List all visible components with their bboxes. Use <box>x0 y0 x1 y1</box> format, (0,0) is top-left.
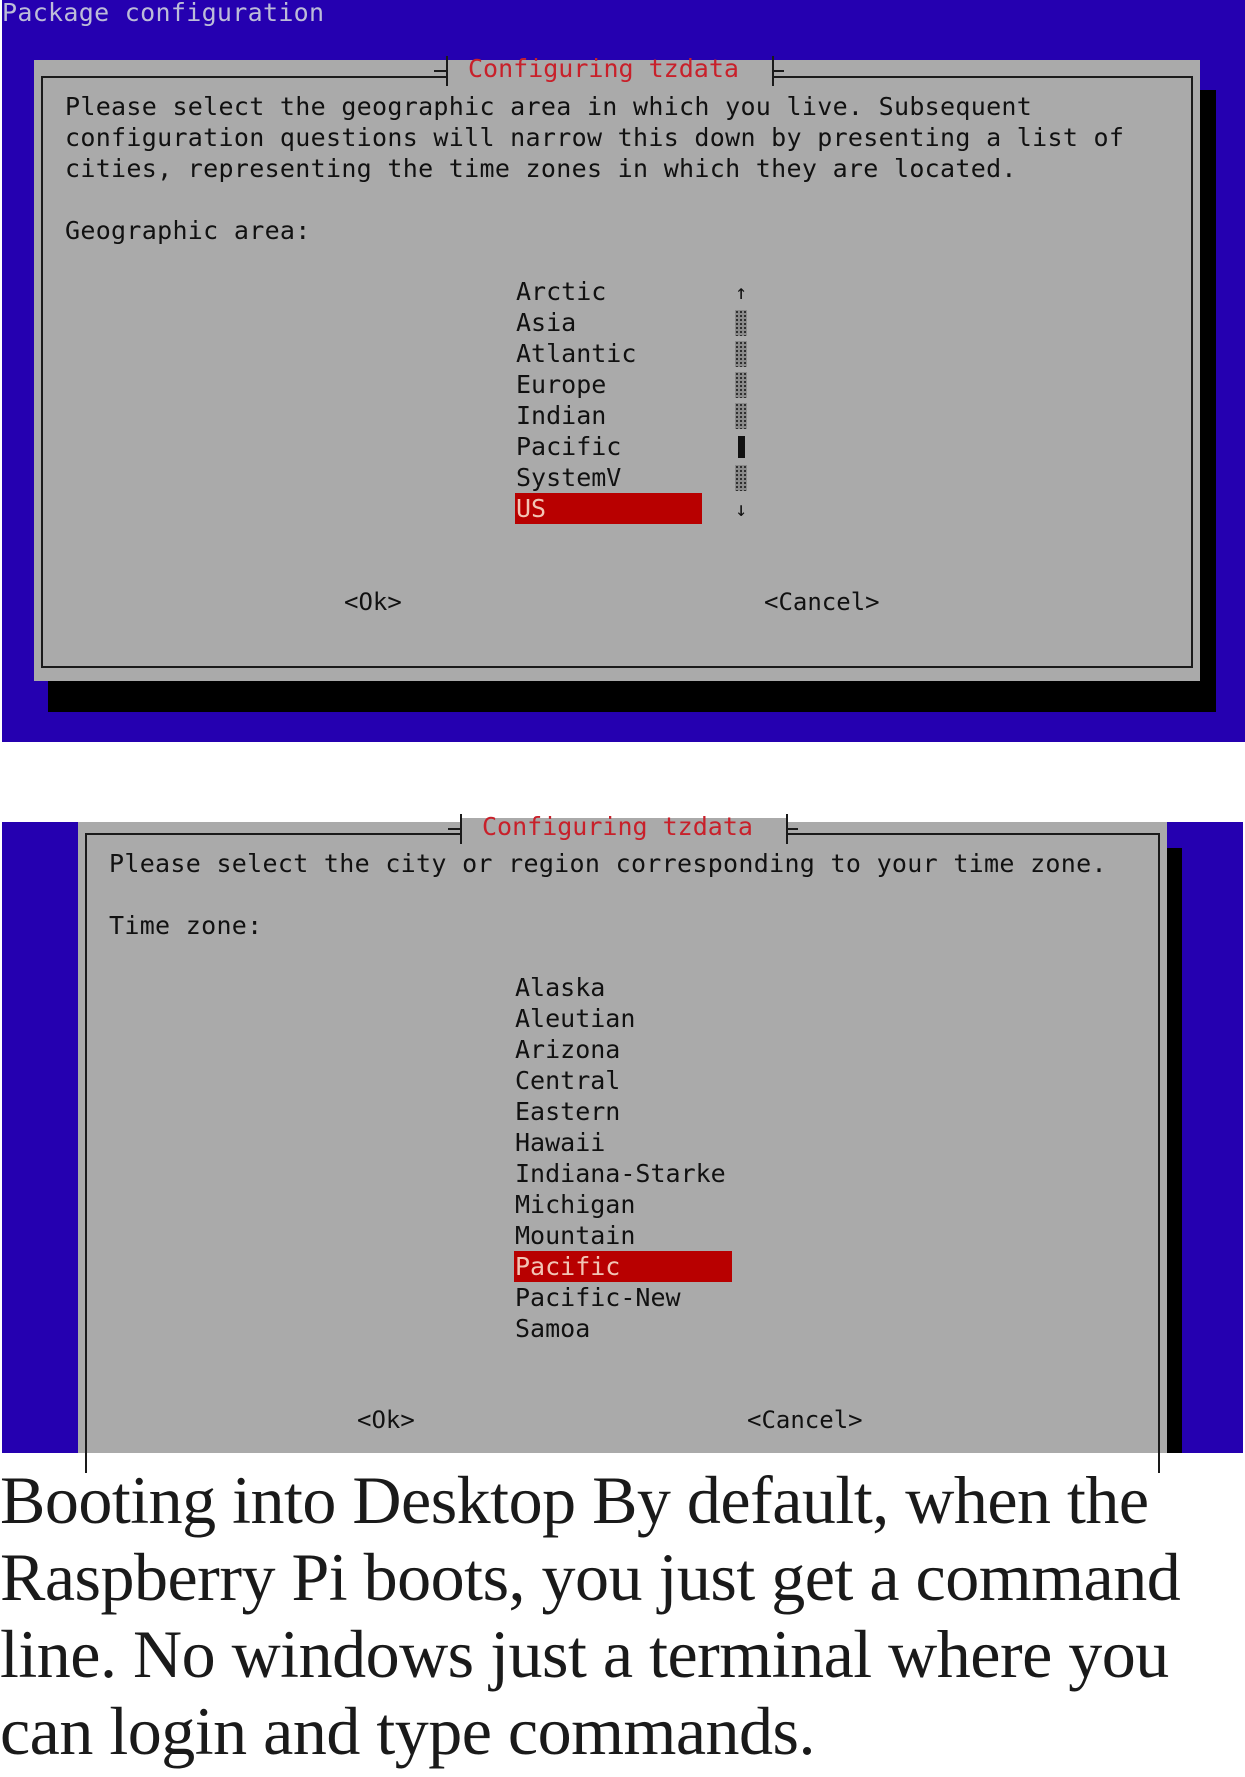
description-line: cities, representing the time zones in w… <box>65 154 1017 183</box>
description-line: configuration questions will narrow this… <box>65 123 1125 152</box>
cancel-button[interactable]: <Cancel> <box>764 588 880 616</box>
scroll-down-arrow-icon[interactable]: ↓ <box>733 493 749 524</box>
list-item[interactable]: Eastern <box>514 1096 732 1127</box>
dialog-title-bar: Configuring tzdata <box>434 54 784 90</box>
list-item[interactable]: SystemV <box>515 462 702 493</box>
time-zone-list[interactable]: Alaska Aleutian Arizona Central Eastern Hawai… <box>514 972 732 1344</box>
list-item[interactable]: Hawaii <box>514 1127 732 1158</box>
dialog-title: Configuring tzdata <box>468 54 739 83</box>
list-item[interactable]: Atlantic <box>515 338 702 369</box>
package-config-header: Package configuration <box>2 0 325 27</box>
scrollbar-track-fill <box>735 464 747 491</box>
description-line: Please select the geographic area in whi… <box>65 92 1033 121</box>
dialog-shadow <box>1167 848 1182 1453</box>
list-item[interactable]: Asia <box>515 307 702 338</box>
list-item[interactable]: Michigan <box>514 1189 732 1220</box>
list-scrollbar[interactable]: ↑ ↓ <box>733 276 749 524</box>
scrollbar-track[interactable] <box>733 369 749 400</box>
dialog-title-bar: Configuring tzdata <box>448 812 798 848</box>
list-item[interactable]: Arizona <box>514 1034 732 1065</box>
scrollbar-track[interactable] <box>733 338 749 369</box>
list-item[interactable]: Arctic <box>515 276 702 307</box>
scrollbar-track-fill <box>735 309 747 336</box>
scrollbar-thumb-fill <box>737 435 745 458</box>
scrollbar-track-fill <box>735 371 747 398</box>
title-left-tick <box>448 814 462 844</box>
scrollbar-track-fill <box>735 340 747 367</box>
time-zone-label: Time zone: <box>109 911 263 940</box>
list-item[interactable]: Alaska <box>514 972 732 1003</box>
ok-button[interactable]: <Ok> <box>344 588 402 616</box>
list-item-selected[interactable]: US <box>515 493 702 524</box>
list-item[interactable]: Indiana-Starke <box>514 1158 732 1189</box>
scrollbar-track[interactable] <box>733 400 749 431</box>
list-item[interactable]: Pacific <box>515 431 702 462</box>
list-item-selected[interactable]: Pacific <box>514 1251 732 1282</box>
title-right-tick <box>772 56 784 86</box>
scroll-up-arrow-icon[interactable]: ↑ <box>733 276 749 307</box>
list-item[interactable]: Indian <box>515 400 702 431</box>
title-left-tick <box>434 56 448 86</box>
list-item[interactable]: Pacific-New <box>514 1282 732 1313</box>
scrollbar-track-fill <box>735 402 747 429</box>
title-right-tick <box>786 814 798 844</box>
ok-button[interactable]: <Ok> <box>357 1406 415 1434</box>
cancel-button[interactable]: <Cancel> <box>747 1406 863 1434</box>
dialog-title: Configuring tzdata <box>482 812 753 841</box>
list-item[interactable]: Mountain <box>514 1220 732 1251</box>
list-item[interactable]: Samoa <box>514 1313 732 1344</box>
geographic-area-list[interactable]: Arctic Asia Atlantic Europe Indian Pacific Sys… <box>515 276 702 524</box>
caption-paragraph: Booting into Desktop By default, when th… <box>0 1462 1181 1769</box>
list-item[interactable]: Aleutian <box>514 1003 732 1034</box>
description-line: Please select the city or region corresp… <box>109 849 1107 878</box>
scrollbar-track[interactable] <box>733 462 749 493</box>
scrollbar-track[interactable] <box>733 307 749 338</box>
list-item[interactable]: Central <box>514 1065 732 1096</box>
scrollbar-thumb[interactable] <box>733 431 749 462</box>
list-item[interactable]: Europe <box>515 369 702 400</box>
geographic-area-label: Geographic area: <box>65 216 311 245</box>
